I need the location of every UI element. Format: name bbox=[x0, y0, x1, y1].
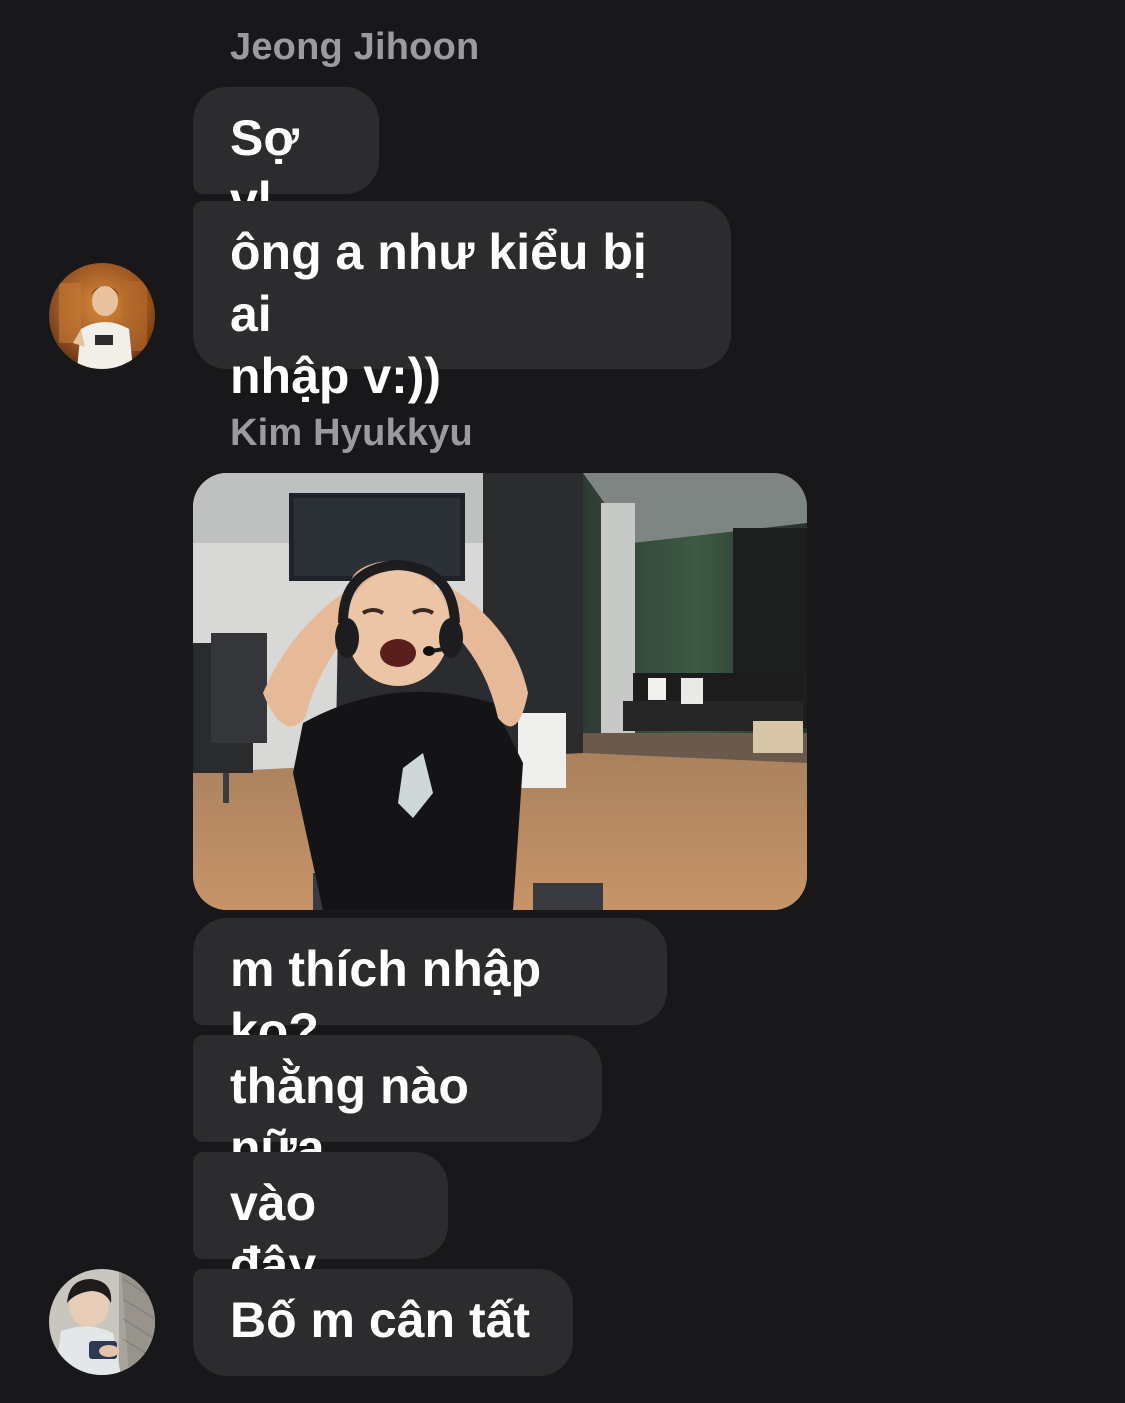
sender-name: Jeong Jihoon bbox=[230, 26, 480, 68]
message-bubble[interactable]: Sợ vl bbox=[193, 87, 379, 228]
message-bubble[interactable]: Bố m cân tất bbox=[193, 1269, 573, 1376]
image-attachment[interactable] bbox=[193, 473, 807, 910]
chat-thread: Jeong Jihoon Sợ vl ông a như kiểu bị ai … bbox=[0, 0, 1125, 1403]
message-bubble[interactable]: m thích nhập ko? bbox=[193, 918, 667, 1059]
user-avatar-photo bbox=[49, 1269, 155, 1375]
sender-name: Kim Hyukkyu bbox=[230, 412, 473, 454]
image-photo bbox=[193, 473, 807, 910]
sender-avatar[interactable] bbox=[49, 1269, 155, 1375]
sender-avatar[interactable] bbox=[49, 263, 155, 369]
user-avatar-photo bbox=[49, 263, 155, 369]
message-bubble[interactable]: vào đây bbox=[193, 1152, 448, 1293]
message-bubble[interactable]: thằng nào nữa bbox=[193, 1035, 602, 1176]
message-bubble[interactable]: ông a như kiểu bị ai nhập v:)) bbox=[193, 201, 731, 404]
